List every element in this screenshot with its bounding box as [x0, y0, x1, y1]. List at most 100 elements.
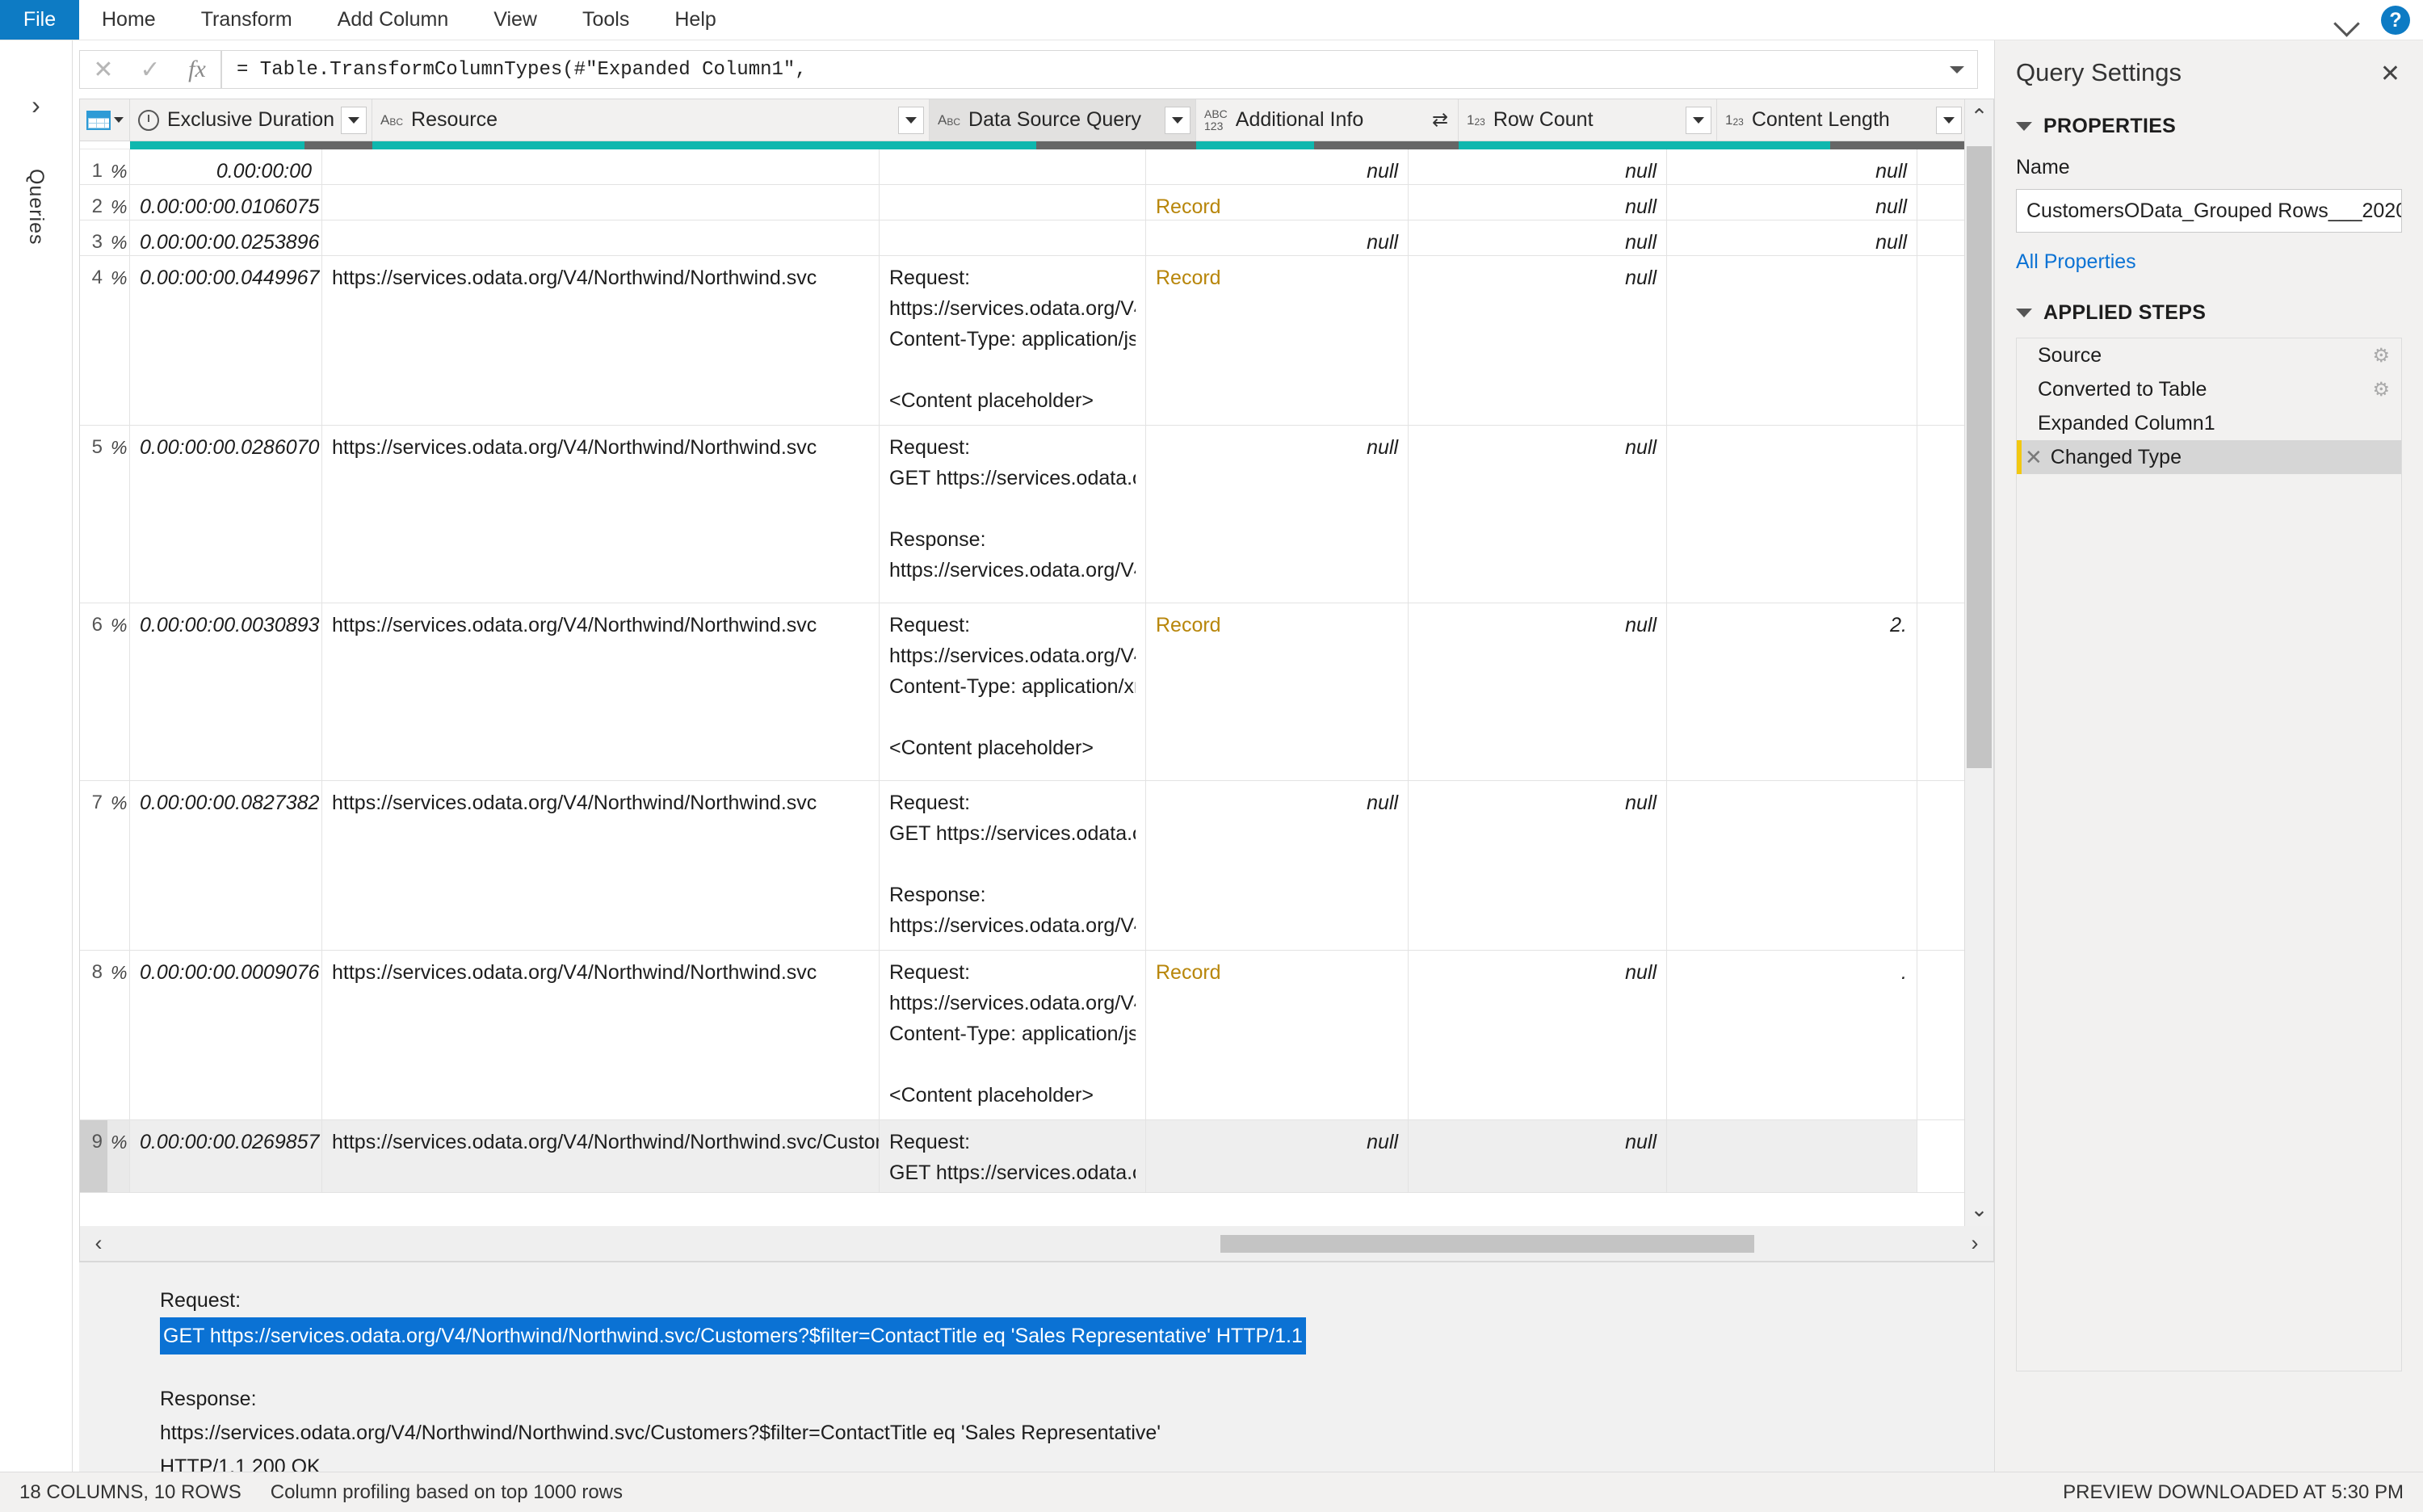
cell-exclusive-duration[interactable]: 0.00:00:00.0827382 [130, 781, 322, 950]
queries-rail-label[interactable]: Queries [24, 169, 48, 246]
ribbon-tab-view[interactable]: View [471, 0, 560, 40]
horizontal-scrollbar[interactable]: ‹ › [79, 1226, 1994, 1262]
cell-row-count[interactable]: null [1409, 220, 1667, 255]
cell-additional-info[interactable]: Record [1146, 603, 1409, 780]
cell-resource[interactable]: https://services.odata.org/V4/Northwind/… [322, 256, 880, 425]
ribbon-tab-home[interactable]: Home [79, 0, 178, 40]
cell-resource[interactable] [322, 149, 880, 184]
cell-row-count[interactable]: null [1409, 256, 1667, 425]
properties-section-header[interactable]: PROPERTIES [2016, 115, 2402, 138]
query-name-input[interactable]: CustomersOData_Grouped Rows___2020 [2016, 189, 2402, 233]
cell-data-source-query[interactable]: Request: https://services.odata.org/V4/N C… [880, 951, 1146, 1119]
vertical-scroll-thumb[interactable] [1967, 146, 1992, 768]
close-icon[interactable]: ✕ [2380, 60, 2400, 88]
cell-additional-info[interactable]: Record [1146, 951, 1409, 1119]
table-row[interactable]: 5% 0.00:00:00.0286070 https://services.oda… [80, 426, 1993, 603]
accept-icon[interactable]: ✓ [127, 51, 174, 88]
table-row[interactable]: 7% 0.00:00:00.0827382 https://services.oda… [80, 781, 1993, 951]
gear-icon[interactable]: ⚙ [2372, 344, 2390, 368]
cell-exclusive-duration[interactable]: 0.00:00:00.0269857 [130, 1120, 322, 1192]
cell-additional-info[interactable]: Record [1146, 256, 1409, 425]
ribbon-tab-file[interactable]: File [0, 0, 79, 40]
cell-row-count[interactable]: null [1409, 781, 1667, 950]
expand-queries-icon[interactable]: › [31, 90, 40, 120]
cell-content-length[interactable] [1667, 426, 1917, 603]
ribbon-tab-tools[interactable]: Tools [560, 0, 652, 40]
column-header-row-count[interactable]: 1 2 3 Row Count [1459, 99, 1717, 141]
scroll-left-icon[interactable]: ‹ [80, 1231, 117, 1256]
ribbon-tab-transform[interactable]: Transform [178, 0, 315, 40]
vertical-scrollbar[interactable]: ⌃ ⌄ [1964, 99, 1993, 1226]
cell-data-source-query[interactable]: Request: GET https://services.odata.org/\… [880, 781, 1146, 950]
expand-columns-icon[interactable]: ⇄ [1427, 107, 1453, 134]
cell-row-count[interactable]: null [1409, 603, 1667, 780]
cell-exclusive-duration[interactable]: 0.00:00:00 [130, 149, 322, 184]
cell-content-length[interactable]: . [1667, 951, 1917, 1119]
cell-row-count[interactable]: null [1409, 1120, 1667, 1192]
table-row[interactable]: 2% 0.00:00:00.0106075 Record null null [80, 185, 1993, 220]
scroll-up-icon[interactable]: ⌃ [1965, 99, 1993, 133]
filter-dropdown-icon[interactable] [1936, 106, 1962, 134]
cell-data-source-query[interactable]: Request: https://services.odata.org/V4/N C… [880, 256, 1146, 425]
horizontal-scroll-thumb[interactable] [1220, 1234, 1754, 1253]
cell-row-count[interactable]: null [1409, 185, 1667, 220]
cell-data-source-query[interactable] [880, 220, 1146, 255]
cell-resource[interactable]: https://services.odata.org/V4/Northwind/… [322, 781, 880, 950]
all-properties-link[interactable]: All Properties [2016, 250, 2402, 274]
cell-content-length[interactable]: null [1667, 185, 1917, 220]
table-row[interactable]: 8% 0.00:00:00.0009076 https://services.oda… [80, 951, 1993, 1120]
ribbon-tab-help[interactable]: Help [652, 0, 738, 40]
cell-additional-info[interactable]: null [1146, 1120, 1409, 1192]
column-header-additional-info[interactable]: ABC 123 Additional Info ⇄ [1196, 99, 1459, 141]
cell-data-source-query[interactable] [880, 185, 1146, 220]
cell-row-count[interactable]: null [1409, 149, 1667, 184]
cell-exclusive-duration[interactable]: 0.00:00:00.0030893 [130, 603, 322, 780]
cell-additional-info[interactable]: null [1146, 149, 1409, 184]
cell-additional-info[interactable]: null [1146, 781, 1409, 950]
cell-resource[interactable]: https://services.odata.org/V4/Northwind/… [322, 603, 880, 780]
cell-exclusive-duration[interactable]: 0.00:00:00.0286070 [130, 426, 322, 603]
cell-content-length[interactable]: null [1667, 149, 1917, 184]
applied-step-expanded-column1[interactable]: Expanded Column1 [2017, 406, 2401, 440]
filter-dropdown-icon[interactable] [1165, 106, 1191, 134]
chevron-down-icon[interactable] [2333, 6, 2360, 34]
table-row[interactable]: 1% 0.00:00:00 null null null [80, 149, 1993, 185]
status-profiling[interactable]: Column profiling based on top 1000 rows [271, 1481, 623, 1504]
filter-dropdown-icon[interactable] [341, 106, 367, 134]
table-row[interactable]: 9% 0.00:00:00.0269857 https://services.oda… [80, 1120, 1993, 1193]
formula-expand-icon[interactable] [1950, 65, 1964, 74]
filter-dropdown-icon[interactable] [1686, 106, 1711, 134]
cell-data-source-query[interactable]: Request: GET https://services.odata.org/\… [880, 426, 1146, 603]
cell-exclusive-duration[interactable]: 0.00:00:00.0009076 [130, 951, 322, 1119]
column-header-exclusive-duration[interactable]: Exclusive Duration [130, 99, 372, 141]
applied-step-source[interactable]: Source ⚙ [2017, 338, 2401, 372]
cell-additional-info[interactable]: Record [1146, 185, 1409, 220]
cell-additional-info[interactable]: null [1146, 220, 1409, 255]
cell-content-length[interactable] [1667, 781, 1917, 950]
horizontal-scroll-track[interactable] [117, 1234, 1956, 1253]
cell-content-length[interactable] [1667, 1120, 1917, 1192]
cell-exclusive-duration[interactable]: 0.00:00:00.0106075 [130, 185, 322, 220]
ribbon-tab-add-column[interactable]: Add Column [315, 0, 472, 40]
cell-content-length[interactable]: null [1667, 220, 1917, 255]
cell-additional-info[interactable]: null [1146, 426, 1409, 603]
scroll-down-icon[interactable]: ⌄ [1965, 1192, 1993, 1226]
select-all-column-header[interactable] [80, 99, 130, 141]
cell-data-source-query[interactable] [880, 149, 1146, 184]
table-row[interactable]: 3% 0.00:00:00.0253896 null null null [80, 220, 1993, 256]
cell-content-length[interactable]: 2. [1667, 603, 1917, 780]
chevron-down-icon[interactable] [113, 117, 124, 123]
cell-resource[interactable]: https://services.odata.org/V4/Northwind/… [322, 951, 880, 1119]
cell-exclusive-duration[interactable]: 0.00:00:00.0253896 [130, 220, 322, 255]
cancel-icon[interactable]: ✕ [80, 51, 127, 88]
table-row[interactable]: 4% 0.00:00:00.0449967 https://services.oda… [80, 256, 1993, 426]
table-row[interactable]: 6% 0.00:00:00.0030893 https://services.oda… [80, 603, 1993, 781]
cell-content-length[interactable] [1667, 256, 1917, 425]
detail-request-value[interactable]: GET https://services.odata.org/V4/Northw… [160, 1317, 1306, 1354]
cell-resource[interactable]: https://services.odata.org/V4/Northwind/… [322, 1120, 880, 1192]
cell-resource[interactable] [322, 220, 880, 255]
cell-row-count[interactable]: null [1409, 951, 1667, 1119]
fx-icon[interactable]: fx [174, 51, 220, 88]
scroll-right-icon[interactable]: › [1956, 1231, 1993, 1256]
help-icon[interactable]: ? [2381, 6, 2410, 35]
